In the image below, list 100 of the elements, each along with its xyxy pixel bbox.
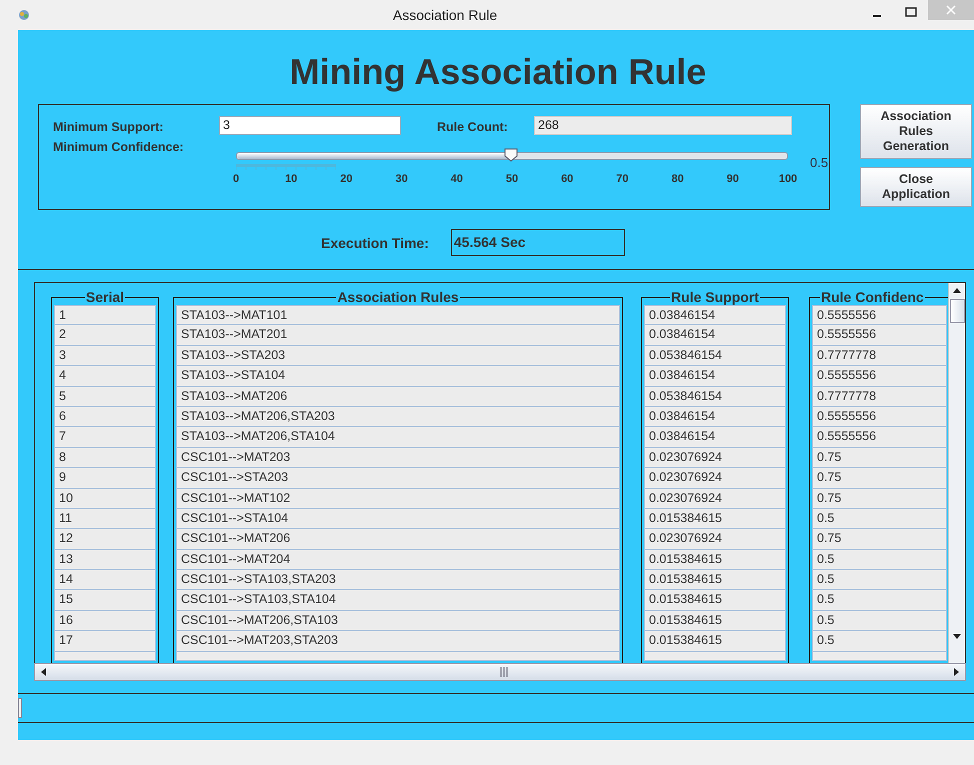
table-cell: 0.03846154	[644, 305, 786, 326]
field-label: Rule Count:	[437, 120, 508, 134]
vertical-scrollbar[interactable]	[948, 283, 965, 664]
table-cell: 7	[54, 427, 156, 448]
table-cell: 17	[54, 631, 156, 652]
close-application-button[interactable]: Close Application	[860, 167, 972, 207]
table-cell: 13	[54, 550, 156, 570]
generate-rules-button[interactable]: Association Rules Generation	[860, 104, 972, 159]
table-cell: 11	[54, 508, 156, 530]
table-cell: 1	[54, 305, 156, 326]
table-cell: 0.5	[812, 570, 947, 590]
table-cell: STA103-->STA104	[176, 366, 620, 387]
tick-label: 90	[726, 173, 739, 185]
table-cell: STA103-->MAT206,STA203	[176, 406, 620, 428]
table-cell: 0.5555556	[812, 325, 947, 346]
table-cell: 2	[54, 325, 156, 346]
table-cell: 0.03846154	[644, 406, 786, 428]
close-icon	[946, 5, 956, 15]
table-cell: 0.015384615	[644, 590, 786, 611]
table-cell: 0.023076924	[644, 468, 786, 489]
tick-label: 80	[671, 173, 684, 185]
table-cell: 0.015384615	[644, 631, 786, 652]
tick-label: 40	[450, 173, 463, 185]
table-cell: 0.75	[812, 529, 947, 550]
table-cell: 0.03846154	[644, 427, 786, 448]
table-cell: 14	[54, 570, 156, 590]
table-cell: CSC101-->MAT206,STA103	[176, 610, 620, 632]
table-cell: 0.053846154	[644, 346, 786, 366]
table-cell: 0.7777778	[812, 346, 947, 366]
tick-label: 10	[285, 173, 298, 185]
window-title: Association Rule	[392, 7, 498, 23]
table-cell: 0.75	[812, 488, 947, 509]
table-cell: CSC101-->STA103,STA203	[176, 570, 620, 590]
app-icon	[18, 9, 30, 21]
table-cell: 0.015384615	[644, 610, 786, 632]
table-cell: STA103-->MAT101	[176, 305, 620, 326]
column-header: Association Rules	[336, 289, 460, 305]
column-header: Serial	[84, 289, 126, 305]
slider-reading: 0.5	[810, 155, 828, 170]
tick-label: 100	[778, 173, 798, 185]
tick-label: 30	[395, 173, 408, 185]
field-label: Minimum Support:	[53, 120, 164, 134]
table-cell: CSC101-->STA103,STA104	[176, 590, 620, 611]
table-cell: 0.015384615	[644, 570, 786, 590]
table-cell: 0.5	[812, 590, 947, 611]
minimize-icon	[873, 15, 881, 17]
tick-label: 50	[506, 173, 518, 185]
table-cell: CSC101-->MAT102	[176, 488, 620, 509]
table-cell: CSC101-->STA203	[176, 468, 620, 489]
input-field[interactable]: 3	[219, 116, 401, 135]
table-cell: 0.5	[812, 508, 947, 530]
app-heading: Mining Association Rule	[288, 52, 708, 92]
table-cell: 16	[54, 610, 156, 632]
table-cell: 0.03846154	[644, 325, 786, 346]
table-cell: CSC101-->MAT203,STA203	[176, 631, 620, 652]
table-cell: 0.023076924	[644, 529, 786, 550]
tick-label: 20	[340, 173, 353, 185]
table-cell: 12	[54, 529, 156, 550]
table-cell: 0.7777778	[812, 386, 947, 407]
table-cell: STA103-->STA203	[176, 346, 620, 366]
table-cell: CSC101-->MAT204	[176, 550, 620, 570]
rule-count-field: 268	[534, 116, 792, 135]
table-cell: 4	[54, 366, 156, 387]
table-cell: 5	[54, 386, 156, 407]
tick-label: 60	[561, 173, 574, 185]
scroll-thumb[interactable]	[950, 299, 965, 323]
table-cell: 0.03846154	[644, 366, 786, 387]
tick-label: 0	[232, 173, 240, 185]
table-cell: 8	[54, 448, 156, 468]
table-cell: 0.5	[812, 631, 947, 652]
table-cell: 0.75	[812, 448, 947, 468]
execution-time-value: 45.564 Sec	[450, 229, 625, 256]
table-cell: 0.053846154	[644, 386, 786, 407]
table-cell: 6	[54, 406, 156, 428]
status-field	[18, 698, 22, 718]
column-header: Rule Confidenc	[820, 289, 925, 305]
table-cell: 10	[54, 488, 156, 509]
field-label: Minimum Confidence:	[53, 140, 184, 154]
table-cell: 0.015384615	[644, 508, 786, 530]
table-cell: 15	[54, 590, 156, 611]
table-cell: 0.5555556	[812, 366, 947, 387]
table-cell: STA103-->MAT206,STA104	[176, 427, 620, 448]
table-cell: 0.015384615	[644, 550, 786, 570]
table-cell: 0.5555556	[812, 427, 947, 448]
table-cell: CSC101-->MAT203	[176, 448, 620, 468]
table-cell: STA103-->MAT206	[176, 386, 620, 407]
maximize-icon	[905, 7, 917, 17]
execution-time-label: Execution Time:	[321, 234, 429, 250]
table-cell: 0.023076924	[644, 448, 786, 468]
table-cell: 9	[54, 468, 156, 489]
slider-thumb[interactable]	[504, 148, 518, 162]
table-cell: CSC101-->STA104	[176, 508, 620, 530]
table-cell: 0.5555556	[812, 406, 947, 428]
horizontal-scrollbar[interactable]	[34, 663, 966, 681]
table-cell: 0.5	[812, 550, 947, 570]
grip-icon	[500, 667, 508, 677]
table-cell: 0.75	[812, 468, 947, 489]
table-cell: 0.023076924	[644, 488, 786, 509]
column-header: Rule Support	[670, 289, 760, 305]
table-cell: 0.5	[812, 610, 947, 632]
